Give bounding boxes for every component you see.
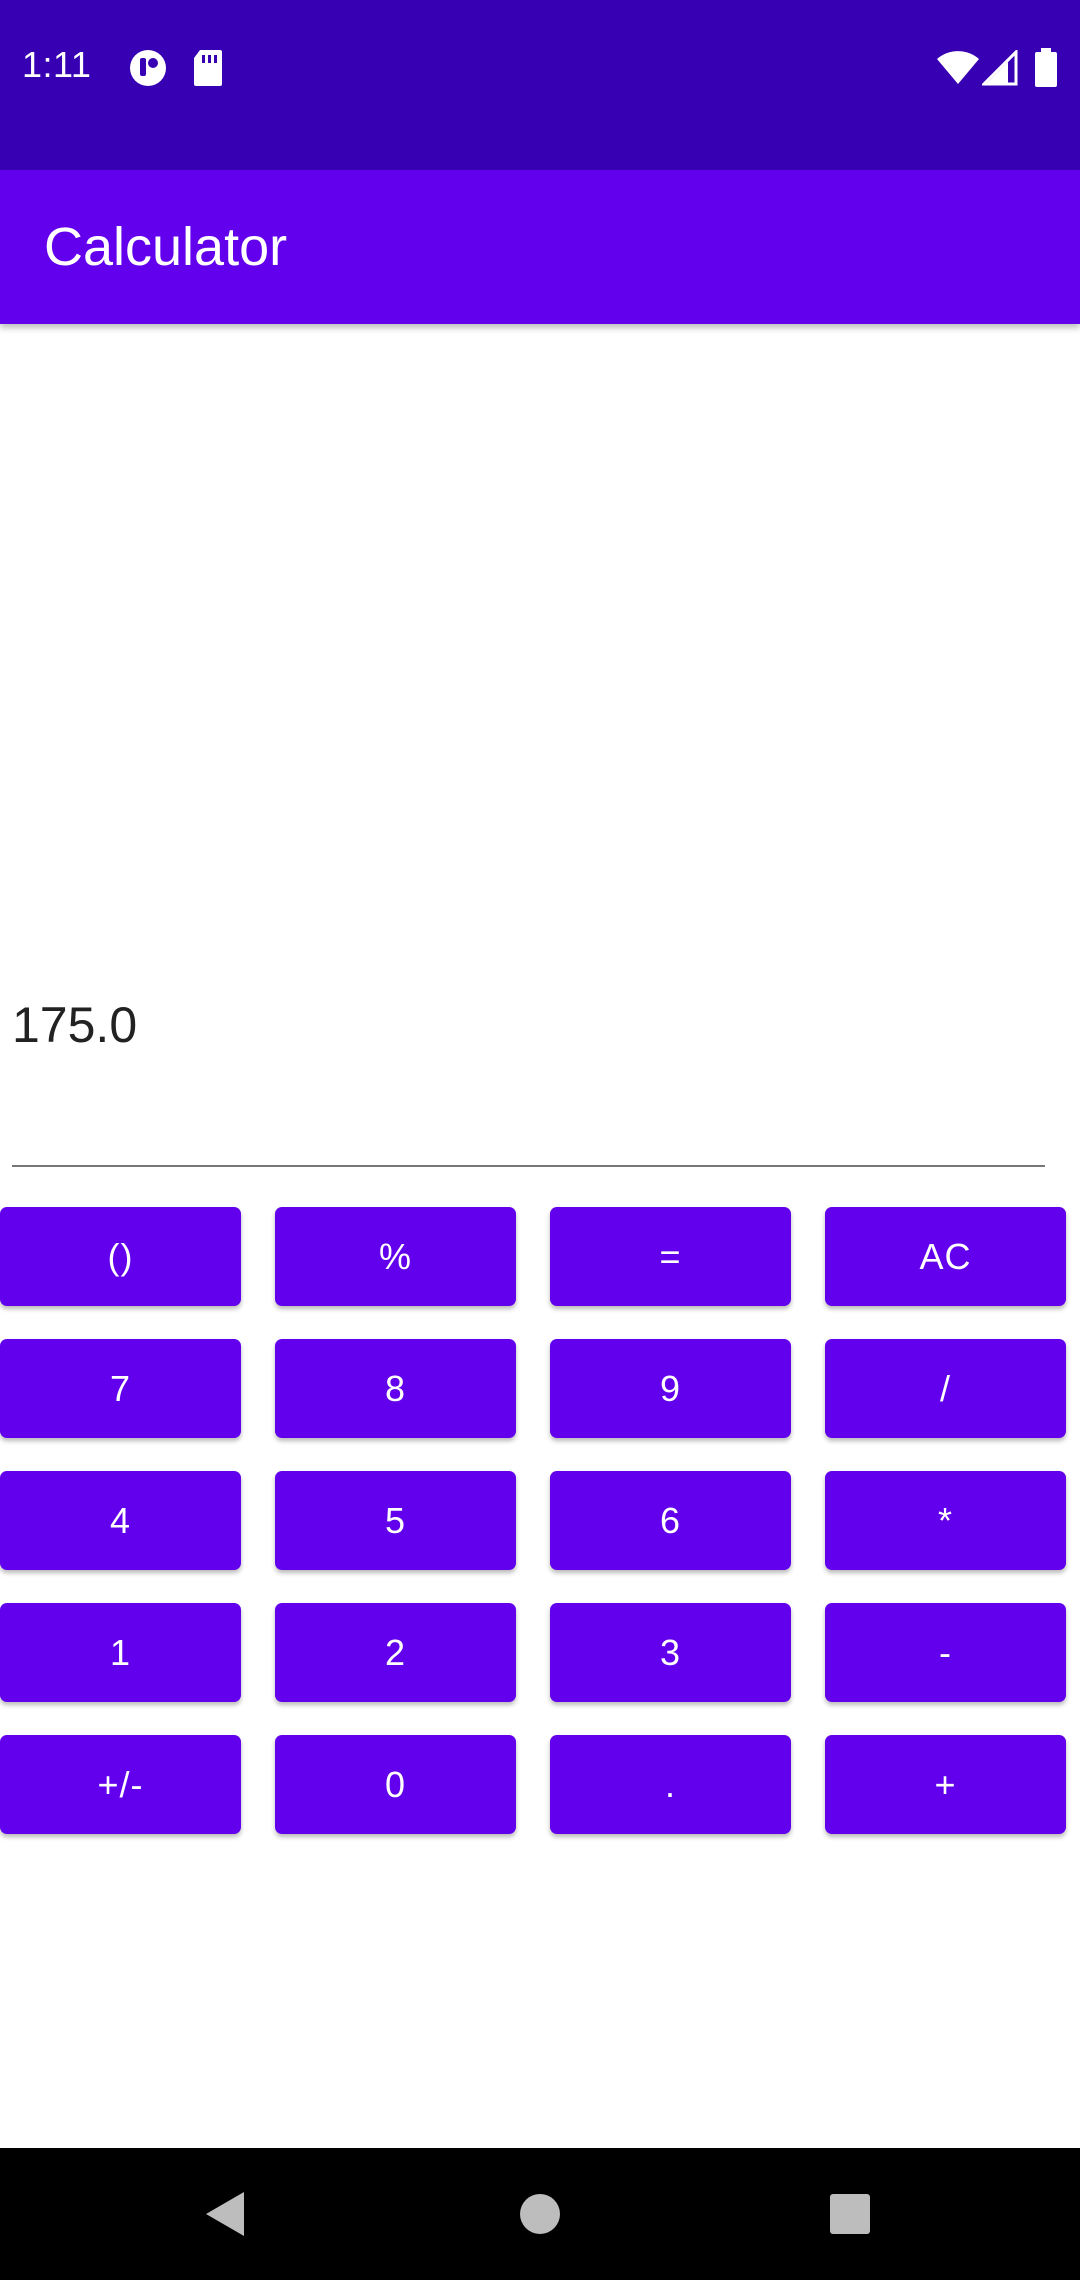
- sign-toggle-button[interactable]: +/-: [0, 1735, 241, 1834]
- digit-6-button[interactable]: 6: [550, 1471, 791, 1570]
- digit-7-button[interactable]: 7: [0, 1339, 241, 1438]
- display-divider: [12, 1165, 1045, 1167]
- digit-5-button[interactable]: 5: [275, 1471, 516, 1570]
- digit-1-button[interactable]: 1: [0, 1603, 241, 1702]
- digit-3-button[interactable]: 3: [550, 1603, 791, 1702]
- status-time: 1:11: [22, 44, 92, 85]
- result-display: 175.0: [12, 997, 138, 1053]
- app-notification-icon: [128, 48, 168, 93]
- decimal-point-button[interactable]: .: [550, 1735, 791, 1834]
- subtract-button[interactable]: -: [825, 1603, 1066, 1702]
- divide-button[interactable]: /: [825, 1339, 1066, 1438]
- app-bar: Calculator: [0, 170, 1080, 324]
- navigation-bar: [0, 2148, 1080, 2280]
- sd-card-icon: [192, 48, 224, 93]
- wifi-icon: [936, 50, 980, 91]
- signal-icon: [980, 48, 1018, 91]
- digit-9-button[interactable]: 9: [550, 1339, 791, 1438]
- calculator-screen: 1:11 Calculator 175.0 () % = AC 7 8 9 / …: [0, 0, 1080, 2280]
- app-title: Calculator: [44, 217, 288, 277]
- parentheses-button[interactable]: (): [0, 1207, 241, 1306]
- multiply-button[interactable]: *: [825, 1471, 1066, 1570]
- home-icon[interactable]: [510, 2184, 570, 2244]
- recents-icon[interactable]: [820, 2184, 880, 2244]
- all-clear-button[interactable]: AC: [825, 1207, 1066, 1306]
- digit-8-button[interactable]: 8: [275, 1339, 516, 1438]
- back-icon[interactable]: [196, 2184, 256, 2244]
- digit-4-button[interactable]: 4: [0, 1471, 241, 1570]
- battery-icon: [1034, 48, 1058, 93]
- digit-2-button[interactable]: 2: [275, 1603, 516, 1702]
- percent-button[interactable]: %: [275, 1207, 516, 1306]
- status-bar: 1:11: [0, 0, 1080, 170]
- equals-button[interactable]: =: [550, 1207, 791, 1306]
- add-button[interactable]: +: [825, 1735, 1066, 1834]
- digit-0-button[interactable]: 0: [275, 1735, 516, 1834]
